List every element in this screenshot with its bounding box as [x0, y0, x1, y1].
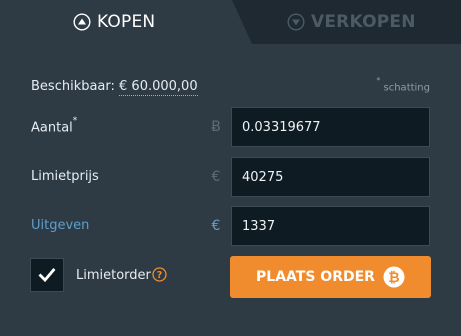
- place-order-button[interactable]: PLAATS ORDER ₿: [230, 256, 431, 298]
- question-circle-icon[interactable]: ?: [152, 267, 167, 282]
- tab-buy[interactable]: KOPEN: [0, 0, 252, 44]
- limit-order-checkbox[interactable]: [30, 258, 64, 292]
- amount-input[interactable]: [231, 107, 430, 147]
- arrow-up-circle-icon: [73, 13, 91, 31]
- euro-currency-symbol: €: [211, 169, 221, 185]
- arrow-down-circle-icon: [287, 13, 305, 31]
- place-order-label: PLAATS ORDER: [256, 269, 375, 285]
- limit-price-label: Limietprijs: [31, 169, 99, 184]
- checkmark-icon: [38, 268, 56, 283]
- bitcoin-currency-symbol: Ƀ: [211, 119, 221, 135]
- estimate-note: * schatting: [376, 76, 430, 94]
- bitcoin-icon: ₿: [383, 266, 405, 288]
- tab-buy-content[interactable]: KOPEN: [73, 0, 155, 44]
- spend-input[interactable]: [231, 206, 430, 246]
- spend-currency-symbol: €: [211, 218, 221, 234]
- limit-order-label: Limietorder: [76, 268, 151, 283]
- svg-text:₿: ₿: [388, 270, 399, 286]
- trade-tabs: VERKOPEN KOPEN: [0, 0, 461, 44]
- available-balance: Beschikbaar: € 60.000,00: [31, 79, 198, 96]
- tab-buy-label: KOPEN: [97, 12, 156, 32]
- available-label: Beschikbaar:: [31, 79, 120, 94]
- limit-price-input[interactable]: [231, 157, 430, 197]
- amount-label-text: Aantal: [31, 120, 73, 136]
- estimate-marker: *: [376, 76, 381, 85]
- amount-label: Aantal*: [31, 116, 78, 136]
- tab-sell-label: VERKOPEN: [311, 12, 416, 32]
- spend-label[interactable]: Uitgeven: [31, 218, 89, 233]
- available-amount: € 60.000,00: [119, 79, 198, 96]
- estimate-label: schatting: [383, 82, 430, 94]
- tab-sell-content[interactable]: VERKOPEN: [287, 0, 416, 44]
- required-marker: *: [72, 116, 78, 126]
- svg-text:?: ?: [157, 270, 163, 281]
